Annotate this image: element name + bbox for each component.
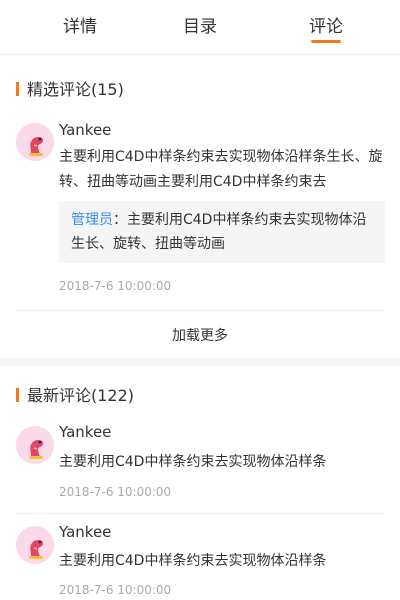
pink-dinosaur-avatar-icon bbox=[16, 526, 54, 564]
latest-comments-title-text: 最新评论(122) bbox=[27, 386, 135, 405]
pink-dinosaur-avatar-icon bbox=[16, 123, 54, 161]
section-separator bbox=[0, 358, 400, 366]
latest-comments-title: 最新评论(122) bbox=[16, 384, 134, 408]
featured-comments-title: 精选评论(15) bbox=[16, 78, 124, 102]
admin-reply-name[interactable]: 管理员 bbox=[71, 212, 113, 228]
comment-time: 2018-7-6 10:00:00 bbox=[59, 485, 172, 499]
comment-username[interactable]: Yankee bbox=[59, 421, 111, 443]
comment-content: 主要利用C4D中样条约束去实现物体沿样条生长、旋转、扭曲等动画主要利用C4D中样… bbox=[59, 149, 383, 190]
admin-reply: 管理员：主要利用C4D中样条约束去实现物体沿生长、旋转、扭曲等动画 bbox=[59, 201, 385, 263]
featured-comments-title-text: 精选评论(15) bbox=[27, 80, 124, 99]
tab-catalog[interactable]: 目录 bbox=[160, 14, 240, 40]
divider bbox=[16, 513, 384, 514]
divider bbox=[16, 310, 384, 311]
comment-time: 2018-7-6 10:00:00 bbox=[59, 279, 172, 293]
section-accent-bar bbox=[16, 82, 19, 96]
load-more-button[interactable]: 加载更多 bbox=[0, 326, 400, 346]
comment-username[interactable]: Yankee bbox=[59, 521, 111, 543]
comment-time: 2018-7-6 10:00:00 bbox=[59, 583, 172, 597]
comment-content: 主要利用C4D中样条约束去实现物体沿样条 bbox=[59, 553, 327, 569]
pink-dinosaur-avatar-icon bbox=[16, 426, 54, 464]
active-tab-indicator bbox=[311, 40, 341, 43]
comment-username[interactable]: Yankee bbox=[59, 119, 111, 141]
tab-bar: 详情 目录 评论 bbox=[0, 0, 400, 55]
tab-comments[interactable]: 评论 bbox=[286, 14, 366, 40]
comment-content: 主要利用C4D中样条约束去实现物体沿样条 bbox=[59, 454, 327, 470]
tab-details[interactable]: 详情 bbox=[40, 14, 120, 40]
section-accent-bar bbox=[16, 388, 19, 402]
admin-reply-separator: ： bbox=[113, 212, 127, 228]
